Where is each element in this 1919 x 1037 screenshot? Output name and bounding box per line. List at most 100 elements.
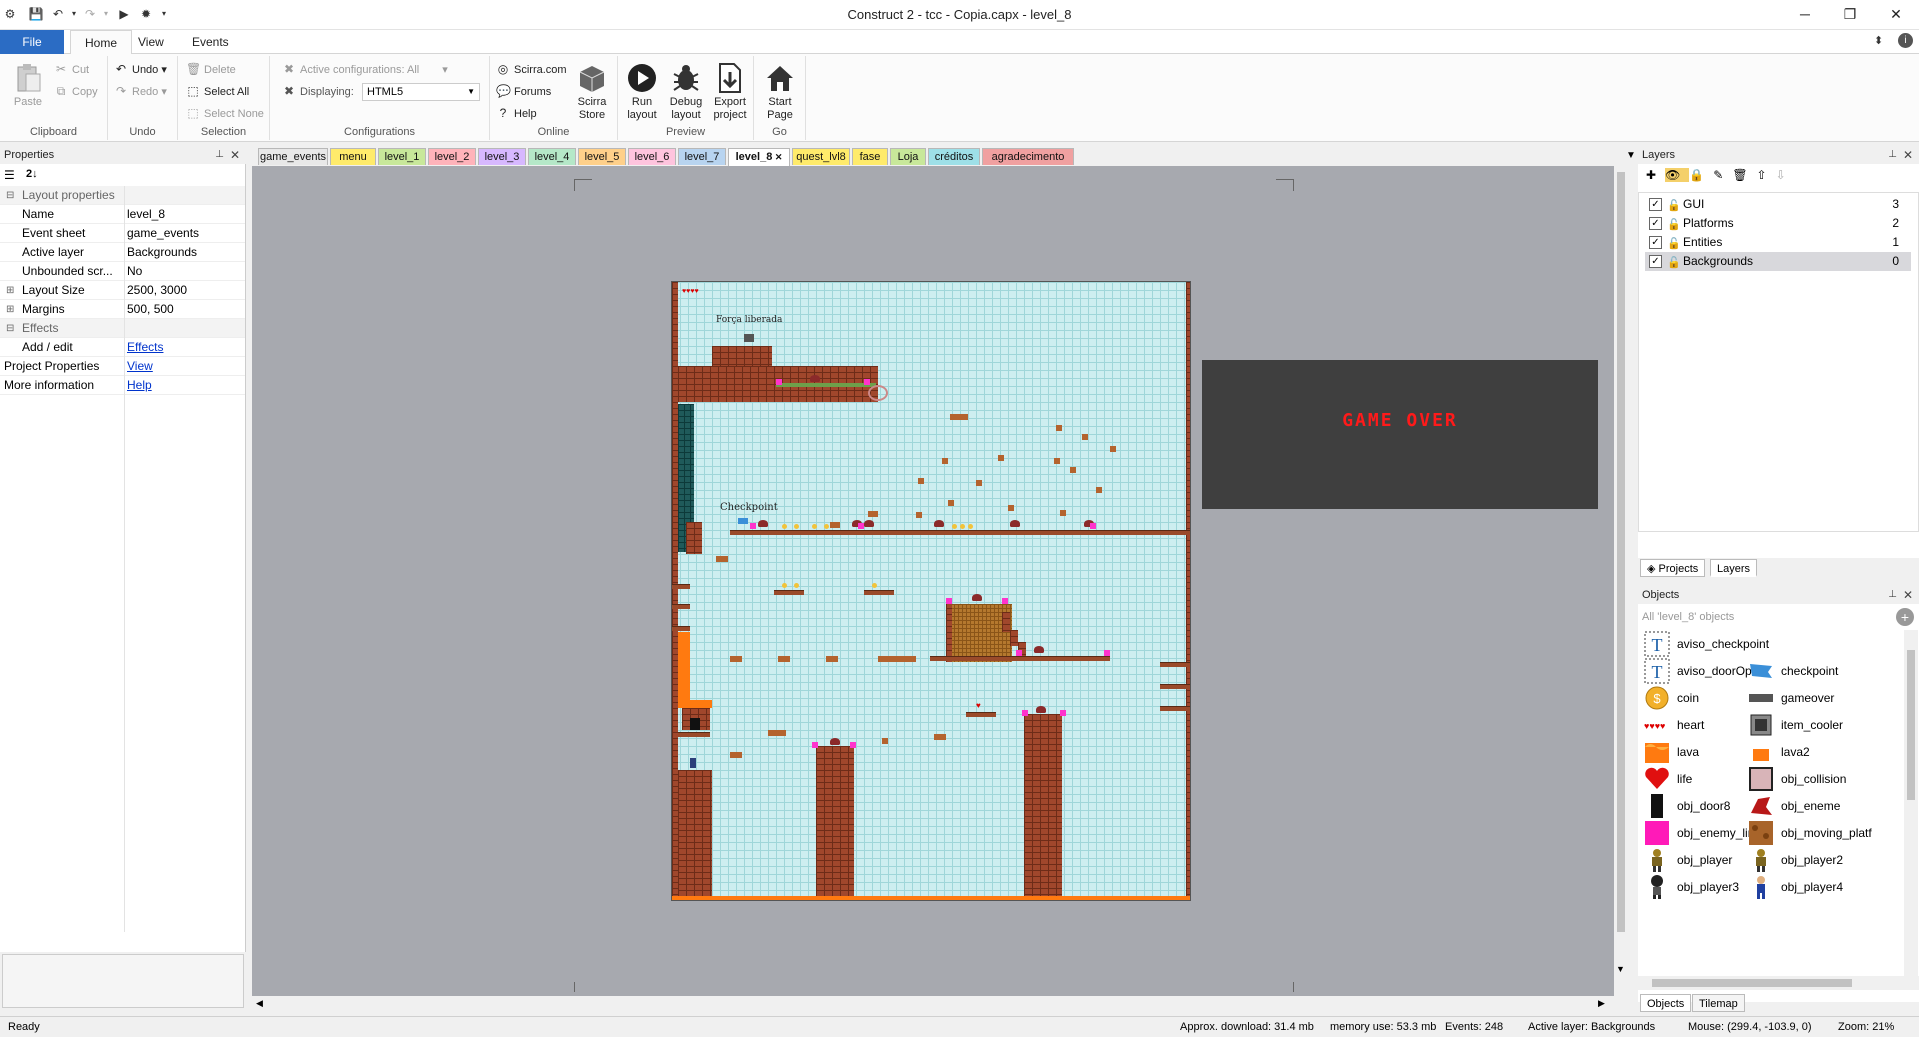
layout-tab[interactable]: fase xyxy=(852,148,888,165)
tab-tilemap[interactable]: Tilemap xyxy=(1692,994,1745,1012)
layer-visible-checkbox[interactable]: ✓ xyxy=(1649,236,1662,249)
property-value[interactable]: game_events xyxy=(127,224,199,243)
layout-tab[interactable]: menu xyxy=(330,148,376,165)
layer-visible-checkbox[interactable]: ✓ xyxy=(1649,198,1662,211)
property-link[interactable]: Effects xyxy=(127,338,163,357)
close-icon[interactable]: ✕ xyxy=(1903,146,1913,164)
layer-visible-checkbox[interactable]: ✓ xyxy=(1649,217,1662,230)
help-link[interactable]: ? Help xyxy=(496,104,537,122)
pin-icon[interactable]: ⊥ xyxy=(1888,146,1897,164)
layer-row[interactable]: ✓ 🔓 Entities 1 xyxy=(1645,233,1911,252)
move-down-icon[interactable]: ⇩ xyxy=(1776,168,1795,182)
layout-tab[interactable]: level_3 xyxy=(478,148,526,165)
close-button[interactable]: ✕ xyxy=(1873,0,1919,30)
collapse-icon[interactable]: ⊟ xyxy=(6,186,14,205)
select-none-button[interactable]: ⬚ Select None xyxy=(186,104,264,122)
expand-icon[interactable]: ⊞ xyxy=(6,300,14,319)
run-layout-button[interactable]: Run layout xyxy=(622,62,662,122)
objects-scroll-thumb[interactable] xyxy=(1907,650,1915,800)
property-row[interactable]: Active layer Backgrounds xyxy=(0,243,245,262)
objects-h-scrollbar[interactable] xyxy=(1638,976,1919,990)
scroll-left-icon[interactable]: ◀ xyxy=(256,998,263,1009)
layer-row[interactable]: ✓ 🔓 Platforms 2 xyxy=(1645,214,1911,233)
layout-tab[interactable]: level_5 xyxy=(578,148,626,165)
close-icon[interactable]: ✕ xyxy=(1903,586,1913,604)
layer-row[interactable]: ✓ 🔓 Backgrounds 0 xyxy=(1645,252,1911,271)
maximize-button[interactable]: ❐ xyxy=(1827,0,1873,30)
level-canvas[interactable]: ♥♥♥♥ Força liberada Checkpoint ♥ xyxy=(671,281,1191,901)
forums-link[interactable]: 💬 Forums xyxy=(496,82,551,100)
export-project-button[interactable]: Export project xyxy=(710,62,750,122)
paste-button[interactable]: Paste xyxy=(8,62,48,109)
layout-tab[interactable]: level_2 xyxy=(428,148,476,165)
tab-objects[interactable]: Objects xyxy=(1640,994,1692,1012)
close-icon[interactable]: ✕ xyxy=(230,146,240,164)
layer-visible-checkbox[interactable]: ✓ xyxy=(1649,255,1662,268)
info-icon[interactable]: i xyxy=(1898,33,1913,48)
expand-icon[interactable]: ⊞ xyxy=(6,281,14,300)
add-object-icon[interactable]: + xyxy=(1896,608,1914,626)
layout-tab[interactable]: level_8 ✕ xyxy=(728,148,790,166)
unlocked-icon[interactable]: 🔓 xyxy=(1667,235,1681,250)
property-value[interactable]: No xyxy=(127,262,142,281)
property-row[interactable]: Project Properties View xyxy=(0,357,245,376)
tab-file[interactable]: File xyxy=(0,30,64,54)
scroll-right-icon[interactable]: ▶ xyxy=(1598,998,1605,1009)
categorized-view-icon[interactable]: ☰ xyxy=(4,168,15,182)
lock-icon[interactable]: 🔒 xyxy=(1689,168,1713,182)
property-row[interactable]: Event sheet game_events xyxy=(0,224,245,243)
layout-tab[interactable]: level_4 xyxy=(528,148,576,165)
unlocked-icon[interactable]: 🔓 xyxy=(1667,216,1681,231)
layout-tab[interactable]: level_6 xyxy=(628,148,676,165)
property-value[interactable]: Backgrounds xyxy=(127,243,197,262)
visibility-icon[interactable]: 👁 xyxy=(1665,168,1690,182)
property-row[interactable]: Unbounded scr... No xyxy=(0,262,245,281)
delete-button[interactable]: 🗑 Delete xyxy=(186,60,236,78)
layout-tab[interactable]: quest_lvl8 xyxy=(792,148,850,165)
active-configurations-dropdown[interactable]: ✖ Active configurations: All ▾ xyxy=(282,60,448,78)
start-page-button[interactable]: Start Page xyxy=(760,62,800,122)
objects-scrollbar[interactable] xyxy=(1904,630,1918,976)
minimize-button[interactable]: ─ xyxy=(1782,0,1828,30)
tab-view[interactable]: View xyxy=(124,30,178,54)
property-row[interactable]: ⊞ Margins 500, 500 xyxy=(0,300,245,319)
sort-alpha-icon[interactable]: 2↓ xyxy=(26,168,38,180)
layer-row[interactable]: ✓ 🔓 GUI 3 xyxy=(1645,195,1911,214)
move-up-icon[interactable]: ⇧ xyxy=(1757,168,1776,182)
layout-tab[interactable]: game_events xyxy=(258,148,328,165)
select-all-button[interactable]: ⬚ Select All xyxy=(186,82,249,100)
scirra-store-button[interactable]: Scirra Store xyxy=(572,62,612,122)
layout-tab[interactable]: créditos xyxy=(928,148,980,165)
layout-tab[interactable]: level_7 xyxy=(678,148,726,165)
vertical-scroll-thumb[interactable] xyxy=(1617,172,1625,932)
property-value[interactable]: level_8 xyxy=(127,205,165,224)
horizontal-scrollbar[interactable]: ◀ ▶ xyxy=(252,996,1614,1012)
objects-filter[interactable]: All 'level_8' objects xyxy=(1642,608,1892,626)
delete-layer-icon[interactable]: 🗑 xyxy=(1732,168,1756,182)
collapse-icon[interactable]: ⊟ xyxy=(6,319,14,338)
layout-tab[interactable]: agradecimento xyxy=(982,148,1074,165)
property-row[interactable]: ⊞ Layout Size 2500, 3000 xyxy=(0,281,245,300)
property-category[interactable]: ⊟ Layout properties xyxy=(0,186,245,205)
debug-layout-button[interactable]: Debug layout xyxy=(666,62,706,122)
property-row[interactable]: Name level_8 xyxy=(0,205,245,224)
tab-home[interactable]: Home xyxy=(70,30,133,55)
copy-button[interactable]: ⧉ Copy xyxy=(54,82,98,100)
add-layer-icon[interactable]: ✚ xyxy=(1646,168,1665,182)
undo-button[interactable]: ↶ Undo ▾ xyxy=(114,60,167,78)
property-link[interactable]: View xyxy=(127,357,153,376)
property-row[interactable]: Add / edit Effects xyxy=(0,338,245,357)
scroll-down-icon[interactable]: ▼ xyxy=(1616,964,1625,974)
property-value[interactable]: 2500, 3000 xyxy=(127,281,187,300)
ribbon-collapse-icon[interactable]: ⬍ xyxy=(1874,34,1883,47)
tab-projects[interactable]: ◈ Projects xyxy=(1640,559,1706,577)
redo-button[interactable]: ↷ Redo ▾ xyxy=(114,82,167,100)
tab-layers[interactable]: Layers xyxy=(1710,559,1758,577)
property-category[interactable]: ⊟ Effects xyxy=(0,319,245,338)
displaying-select[interactable]: HTML5 ▼ xyxy=(362,83,480,101)
layout-tab[interactable]: Loja xyxy=(890,148,926,165)
vertical-scrollbar[interactable]: ▼ xyxy=(1614,152,1628,982)
unlocked-icon[interactable]: 🔓 xyxy=(1667,254,1681,269)
layout-tab[interactable]: level_1 xyxy=(378,148,426,165)
objects-h-scroll-thumb[interactable] xyxy=(1652,979,1852,987)
